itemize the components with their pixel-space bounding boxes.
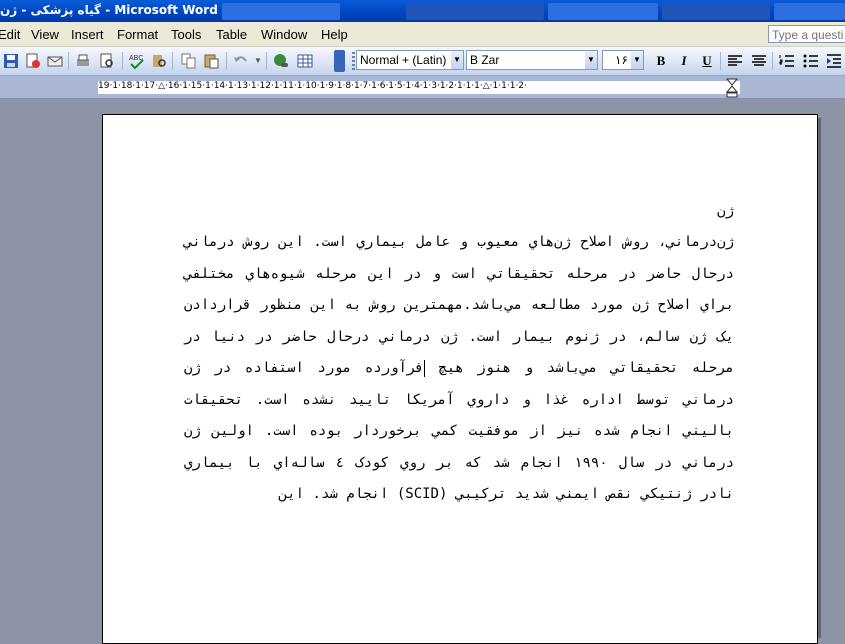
menu-bar: Edit View Insert Format Tools Table Wind… bbox=[0, 22, 845, 47]
taskbar-button[interactable] bbox=[662, 3, 770, 20]
numbering-icon[interactable] bbox=[778, 52, 796, 70]
bold-button[interactable]: B bbox=[653, 53, 669, 69]
taskbar-button[interactable] bbox=[222, 3, 340, 20]
print-preview-icon[interactable] bbox=[98, 52, 116, 70]
permission-icon[interactable] bbox=[24, 52, 42, 70]
ask-question-box[interactable] bbox=[768, 25, 845, 43]
title-bar: گیاه پزشکی - ژن - Microsoft Word bbox=[0, 0, 845, 22]
undo-icon[interactable] bbox=[232, 52, 250, 70]
toolbar-separator bbox=[122, 52, 123, 70]
menu-view[interactable]: View bbox=[31, 27, 59, 42]
menu-table[interactable]: Table bbox=[216, 27, 247, 42]
table-icon[interactable] bbox=[296, 52, 314, 70]
hyperlink-icon[interactable] bbox=[272, 52, 290, 70]
toolbar-separator bbox=[266, 52, 267, 70]
style-value: Normal + (Latin) bbox=[360, 53, 447, 67]
align-center-icon[interactable] bbox=[750, 52, 768, 70]
chevron-down-icon: ▼ bbox=[585, 51, 597, 69]
document-paragraph: ژن‌درماني، روش اصلاح ژن‌هاي معيوب و عامل… bbox=[184, 227, 734, 511]
paragraph-text-start: ژن‌درماني، روش اصلاح ژن‌هاي معيوب و عامل… bbox=[184, 234, 734, 376]
ruler[interactable]: 19·1·18·1·17·△·16·1·15·1·14·1·13·1·12·1·… bbox=[0, 76, 845, 99]
save-icon[interactable] bbox=[2, 52, 20, 70]
font-dropdown[interactable]: B Zar ▼ bbox=[466, 50, 598, 70]
email-icon[interactable] bbox=[46, 52, 64, 70]
menu-window[interactable]: Window bbox=[261, 27, 307, 42]
toolbar-grip[interactable] bbox=[352, 52, 355, 70]
paste-icon[interactable] bbox=[202, 52, 220, 70]
copy-icon[interactable] bbox=[180, 52, 198, 70]
align-left-icon[interactable] bbox=[726, 52, 744, 70]
chevron-down-icon: ▼ bbox=[451, 51, 463, 69]
document-heading: ژن bbox=[717, 203, 734, 219]
ruler-numbers: 19·1·18·1·17·△·16·1·15·1·14·1·13·1·12·1·… bbox=[98, 81, 527, 91]
ruler-margin bbox=[740, 81, 816, 94]
spelling-icon[interactable]: ABC bbox=[128, 52, 146, 70]
research-icon[interactable] bbox=[150, 52, 168, 70]
style-dropdown[interactable]: Normal + (Latin) ▼ bbox=[356, 50, 464, 70]
taskbar-button[interactable] bbox=[774, 3, 845, 20]
toolbar-options-handle[interactable] bbox=[334, 50, 345, 72]
page-shadow bbox=[818, 118, 821, 638]
window-title: گیاه پزشکی - ژن - Microsoft Word bbox=[0, 3, 218, 17]
bullets-icon[interactable] bbox=[802, 52, 820, 70]
toolbar-separator bbox=[720, 52, 721, 70]
taskbar-button[interactable] bbox=[406, 3, 544, 20]
document-body[interactable]: ژن ژن‌درماني، روش اصلاح ژن‌هاي معيوب و ع… bbox=[184, 196, 734, 511]
taskbar-button[interactable] bbox=[548, 3, 658, 20]
ask-question-input[interactable] bbox=[769, 27, 845, 43]
menu-format[interactable]: Format bbox=[117, 27, 158, 42]
toolbar: ABC ▼ Normal + (Latin) ▼ B Zar ▼ ۱۶ ▼ B … bbox=[0, 47, 845, 76]
indent-icon[interactable] bbox=[825, 52, 843, 70]
right-indent-marker-icon[interactable] bbox=[726, 78, 738, 98]
toolbar-separator bbox=[172, 52, 173, 70]
font-value: B Zar bbox=[470, 53, 500, 67]
paragraph-text-end: فرآورده مورد استفاده در ژن درماني توسط ا… bbox=[184, 360, 735, 502]
undo-dropdown-icon[interactable]: ▼ bbox=[250, 56, 266, 65]
print-icon[interactable] bbox=[74, 52, 92, 70]
toolbar-separator bbox=[772, 52, 773, 70]
menu-edit[interactable]: Edit bbox=[0, 27, 20, 42]
font-size-dropdown[interactable]: ۱۶ ▼ bbox=[602, 50, 644, 70]
underline-button[interactable]: U bbox=[699, 53, 715, 69]
font-size-value: ۱۶ bbox=[615, 53, 628, 67]
italic-button[interactable]: I bbox=[676, 53, 692, 69]
menu-tools[interactable]: Tools bbox=[171, 27, 201, 42]
menu-insert[interactable]: Insert bbox=[71, 27, 104, 42]
menu-help[interactable]: Help bbox=[321, 27, 348, 42]
toolbar-separator bbox=[226, 52, 227, 70]
toolbar-separator bbox=[68, 52, 69, 70]
chevron-down-icon: ▼ bbox=[631, 51, 643, 69]
